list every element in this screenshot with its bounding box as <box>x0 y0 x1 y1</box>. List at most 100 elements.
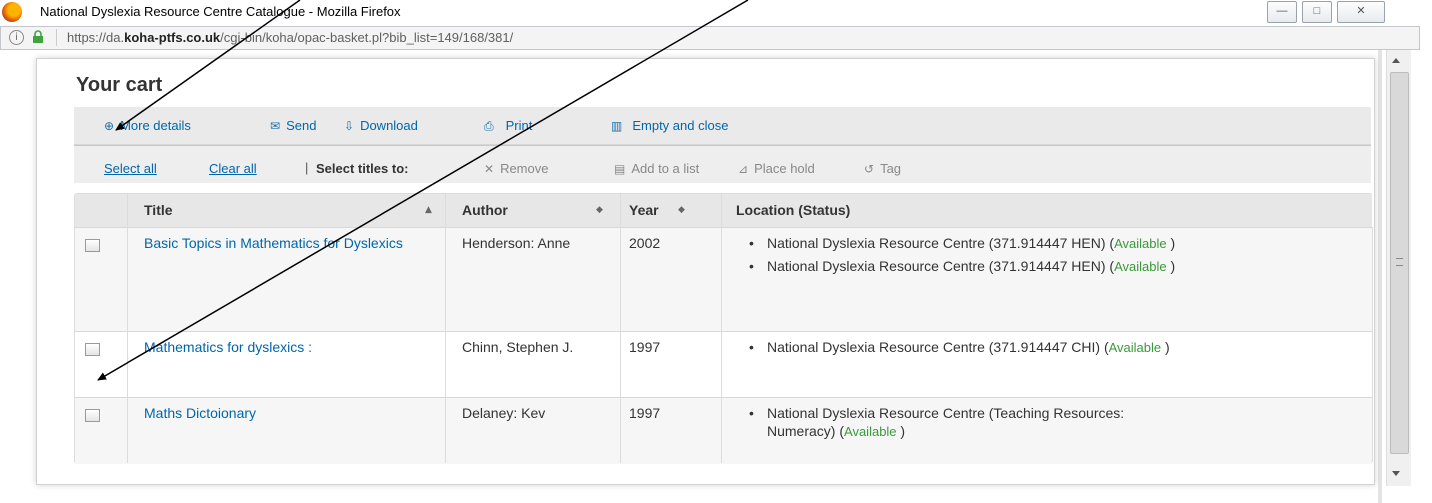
trash-icon: ▥ <box>611 119 623 133</box>
title-link[interactable]: Basic Topics in Mathematics for Dyslexic… <box>144 235 403 251</box>
status-available: Available <box>1114 259 1167 274</box>
print-button[interactable]: ⎙ Print <box>484 118 532 134</box>
select-titles-label: Select titles to: <box>316 161 409 176</box>
info-icon[interactable]: i <box>9 30 24 45</box>
url-text[interactable]: https://da.koha-ptfs.co.uk/cgi-bin/koha/… <box>67 30 513 45</box>
year-cell: 1997 <box>629 339 661 355</box>
location-text: National Dyslexia Resource Centre (Teach… <box>767 405 1125 439</box>
location-close: ) <box>1166 258 1176 274</box>
send-label: Send <box>286 118 317 133</box>
column-divider <box>445 194 446 463</box>
author-cell: Henderson: Anne <box>462 235 571 251</box>
download-icon: ⇩ <box>344 119 355 133</box>
more-details-label: More details <box>120 118 191 133</box>
author-cell: Delaney: Kev <box>462 405 546 421</box>
list-icon: ▤ <box>614 162 626 176</box>
scroll-up-arrow-icon[interactable] <box>1392 58 1400 63</box>
location-close: ) <box>1161 339 1170 355</box>
close-icon: ✕ <box>1356 5 1366 17</box>
table-row: Maths Dictoionary Delaney: Kev 1997 Nati… <box>75 397 1372 464</box>
author-cell: Chinn, Stephen J. <box>462 339 574 355</box>
location-cell: National Dyslexia Resource Centre (371.9… <box>749 338 1189 361</box>
url-path: /cgi-bin/koha/opac-basket.pl?bib_list=14… <box>220 30 514 45</box>
year-cell: 1997 <box>629 405 661 421</box>
location-close: ) <box>896 423 906 439</box>
column-header-year[interactable]: Year ◆ <box>621 194 722 227</box>
minimize-button[interactable]: — <box>1267 1 1297 23</box>
sort-icon: ◆ <box>596 205 603 215</box>
tag-icon: ↺ <box>864 162 875 176</box>
header-checkbox-col <box>75 194 128 227</box>
column-header-location: Location (Status) <box>722 194 1373 227</box>
more-details-button[interactable]: ⊕ More details <box>104 118 191 133</box>
url-separator <box>56 29 57 46</box>
results-table: Title ▲ Author ◆ Year ◆ Location (Status) B… <box>74 193 1373 464</box>
window-title: National Dyslexia Resource Centre Catalo… <box>40 4 401 19</box>
location-item: National Dyslexia Resource Centre (371.9… <box>749 338 1189 357</box>
status-available: Available <box>1114 236 1167 251</box>
status-available: Available <box>1108 340 1162 355</box>
scroll-down-arrow-icon[interactable] <box>1392 471 1400 476</box>
remove-button[interactable]: ✕ Remove <box>484 161 548 176</box>
sort-icon: ◆ <box>678 205 685 215</box>
year-cell: 2002 <box>629 235 661 251</box>
scroll-thumb[interactable] <box>1390 72 1409 454</box>
send-button[interactable]: ✉ Send <box>270 118 316 133</box>
location-text: National Dyslexia Resource Centre (371.9… <box>767 235 1115 251</box>
download-label: Download <box>360 118 418 133</box>
column-divider <box>620 194 621 463</box>
status-available: Available <box>844 424 897 439</box>
row-checkbox[interactable] <box>85 343 100 356</box>
column-divider <box>127 194 128 463</box>
select-all-link[interactable]: Select all <box>104 161 157 176</box>
empty-and-close-button[interactable]: ▥ Empty and close <box>611 118 728 133</box>
column-year-label: Year <box>629 202 659 218</box>
location-cell: National Dyslexia Resource Centre (Teach… <box>749 404 1189 445</box>
table-row: Basic Topics in Mathematics for Dyslexic… <box>75 227 1372 332</box>
location-close: ) <box>1166 235 1176 251</box>
add-to-list-button[interactable]: ▤ Add to a list <box>614 161 699 176</box>
hold-icon: ⊿ <box>738 162 749 176</box>
column-title-label: Title <box>144 202 173 218</box>
minimize-icon: — <box>1276 5 1288 17</box>
clear-all-link[interactable]: Clear all <box>209 161 257 176</box>
place-hold-button[interactable]: ⊿ Place hold <box>738 161 815 176</box>
download-button[interactable]: ⇩ Download <box>344 118 418 133</box>
plus-circle-icon: ⊕ <box>104 119 115 133</box>
table-row: Mathematics for dyslexics : Chinn, Steph… <box>75 331 1372 398</box>
add-to-list-label: Add to a list <box>631 161 700 176</box>
tag-button[interactable]: ↺ Tag <box>864 161 901 176</box>
title-link[interactable]: Maths Dictoionary <box>144 405 256 421</box>
tag-label: Tag <box>880 161 902 176</box>
column-divider <box>721 194 722 463</box>
envelope-icon: ✉ <box>270 119 281 133</box>
url-prefix: https://da. <box>67 30 125 45</box>
page-edge <box>1378 50 1382 503</box>
printer-icon: ⎙ <box>484 119 494 133</box>
row-checkbox[interactable] <box>85 409 100 422</box>
location-item: National Dyslexia Resource Centre (371.9… <box>749 257 1189 276</box>
lock-icon <box>33 30 43 43</box>
sort-asc-icon: ▲ <box>425 205 432 215</box>
page-title: Your cart <box>76 74 163 96</box>
column-header-title[interactable]: Title ▲ <box>128 194 446 227</box>
x-icon: ✕ <box>484 162 495 176</box>
column-author-label: Author <box>462 202 508 218</box>
grip-icon <box>1396 258 1403 266</box>
row-checkbox[interactable] <box>85 239 100 252</box>
selection-toolbar: Select all Clear all | Select titles to:… <box>74 145 1371 183</box>
location-cell: National Dyslexia Resource Centre (371.9… <box>749 234 1189 280</box>
title-link[interactable]: Mathematics for dyslexics : <box>144 339 312 355</box>
maximize-button[interactable]: □ <box>1302 1 1332 23</box>
remove-label: Remove <box>500 161 549 176</box>
close-window-button[interactable]: ✕ <box>1337 1 1385 23</box>
address-bar[interactable]: i https://da.koha-ptfs.co.uk/cgi-bin/koh… <box>0 26 1420 50</box>
location-text: National Dyslexia Resource Centre (371.9… <box>767 339 1109 355</box>
location-item: National Dyslexia Resource Centre (Teach… <box>749 404 1189 441</box>
location-item: National Dyslexia Resource Centre (371.9… <box>749 234 1189 253</box>
page-scrollbar[interactable] <box>1386 50 1411 486</box>
column-header-author[interactable]: Author ◆ <box>446 194 621 227</box>
column-location-label: Location (Status) <box>736 202 851 218</box>
location-text: National Dyslexia Resource Centre (371.9… <box>767 258 1115 274</box>
cart-toolbar: ⊕ More details ✉ Send ⇩ Download ⎙ Print ▥ Em… <box>74 107 1371 145</box>
